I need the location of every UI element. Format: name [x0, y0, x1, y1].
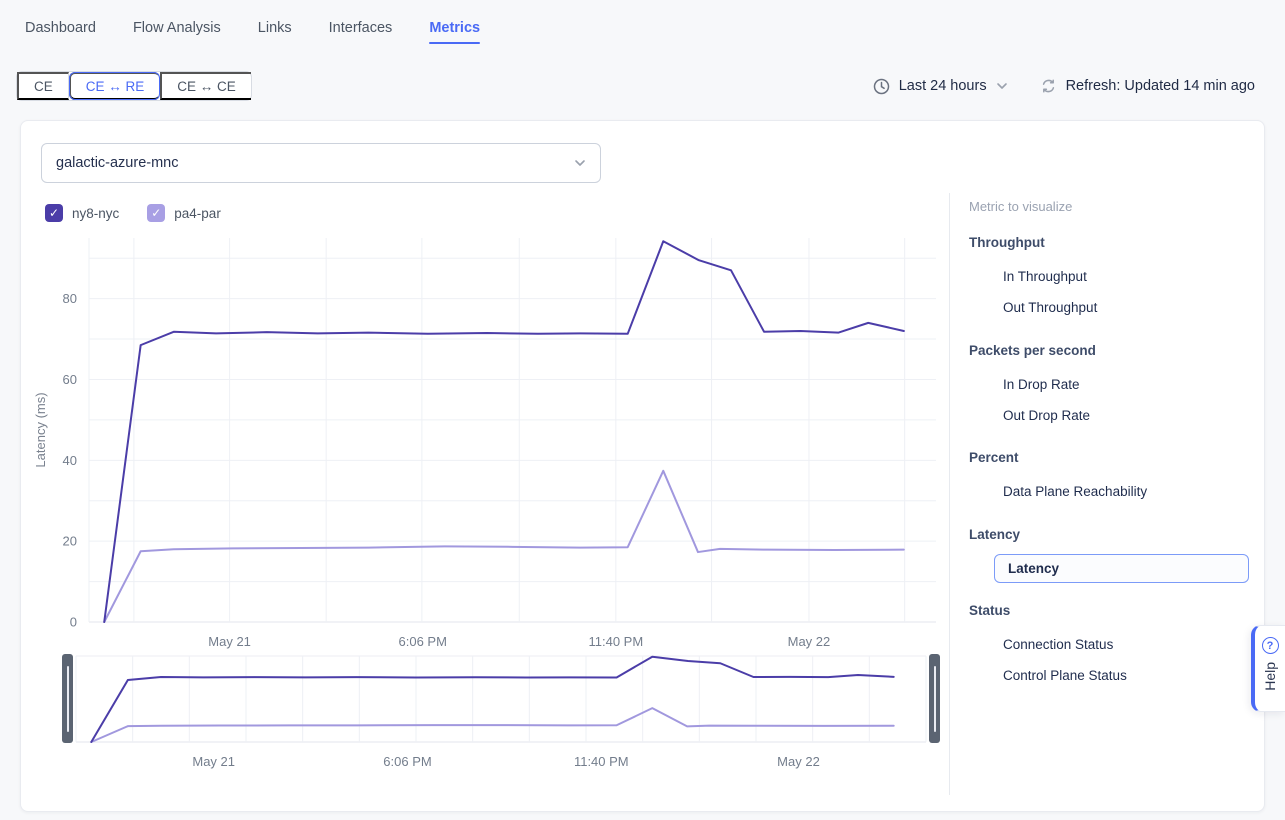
metric-group-packets-per-second: Packets per second — [969, 342, 1096, 360]
brush-x-tick-label: May 22 — [777, 754, 820, 769]
brush-handle-grip — [934, 666, 936, 732]
brush-handle-right[interactable] — [929, 654, 940, 743]
filter-ce-ce-button[interactable]: CE ↔ CE — [160, 72, 251, 100]
metric-item-out-drop-rate[interactable]: Out Drop Rate — [1003, 407, 1090, 425]
metrics-card: galactic-azure-mnc ✓ ny8-nyc ✓ pa4-par 0… — [20, 120, 1265, 812]
y-tick-label: 80 — [63, 291, 77, 306]
help-button[interactable]: ? Help — [1251, 625, 1285, 712]
x-tick-label: May 22 — [788, 634, 831, 649]
series-toggle-pa4-par[interactable]: ✓ pa4-par — [147, 204, 221, 222]
checkbox-checked-icon[interactable]: ✓ — [45, 204, 63, 222]
question-circle-icon: ? — [1262, 637, 1279, 654]
series-toggle-label: ny8-nyc — [72, 206, 119, 221]
refresh-status-label: Refresh: Updated 14 min ago — [1066, 78, 1255, 94]
series-toggle-ny8-nyc[interactable]: ✓ ny8-nyc — [45, 204, 119, 222]
y-axis-title: Latency (ms) — [33, 392, 48, 467]
series-line-pa4-par — [104, 471, 904, 622]
metric-group-status: Status — [969, 602, 1010, 620]
brush-x-tick-label: May 21 — [192, 754, 235, 769]
brush-x-tick-label: 11:40 PM — [574, 754, 629, 769]
metric-item-data-plane-reachability[interactable]: Data Plane Reachability — [1003, 483, 1147, 501]
brush-handle-left[interactable] — [62, 654, 73, 743]
filter-ce-button[interactable]: CE — [17, 72, 69, 100]
checkbox-checked-icon[interactable]: ✓ — [147, 204, 165, 222]
chevron-down-icon — [574, 155, 586, 171]
metric-item-in-drop-rate[interactable]: In Drop Rate — [1003, 376, 1080, 394]
series-toggle-row: ✓ ny8-nyc ✓ pa4-par — [45, 204, 221, 222]
metric-group-percent: Percent — [969, 449, 1019, 467]
nav-item-links[interactable]: Links — [258, 20, 292, 44]
nav-item-interfaces[interactable]: Interfaces — [329, 20, 393, 44]
metric-item-connection-status[interactable]: Connection Status — [1003, 636, 1113, 654]
y-tick-label: 0 — [70, 615, 77, 630]
top-nav: Dashboard Flow Analysis Links Interfaces… — [25, 20, 480, 44]
time-range-select[interactable]: Last 24 hours — [873, 78, 1008, 95]
brush-series-line-ny8-nyc — [91, 657, 893, 742]
metric-item-out-throughput[interactable]: Out Throughput — [1003, 299, 1097, 317]
x-tick-label: May 21 — [208, 634, 251, 649]
brush-series-line-pa4-par — [91, 708, 893, 742]
y-tick-label: 60 — [63, 372, 77, 387]
help-label: Help — [1262, 662, 1278, 691]
metric-item-latency-selected[interactable]: Latency — [994, 554, 1249, 583]
latency-line-chart[interactable]: 0 20 40 60 80 May 21 6:06 PM 11:40 PM May 22 Late… — [21, 221, 956, 671]
refresh-control[interactable]: Refresh: Updated 14 min ago — [1040, 78, 1255, 94]
metric-panel-title: Metric to visualize — [969, 198, 1072, 216]
filter-ce-re-button[interactable]: CE ↔ RE — [69, 72, 161, 100]
brush-handle-grip — [67, 666, 69, 732]
connection-select-value: galactic-azure-mnc — [56, 155, 179, 171]
selected-metric-label: Latency — [1008, 561, 1059, 576]
metric-item-control-plane-status[interactable]: Control Plane Status — [1003, 667, 1127, 685]
x-tick-label: 11:40 PM — [588, 634, 643, 649]
y-tick-label: 20 — [63, 534, 77, 549]
sidebar-divider — [949, 193, 950, 795]
chevron-down-icon — [996, 82, 1008, 90]
metric-group-throughput: Throughput — [969, 234, 1045, 252]
nav-item-metrics[interactable]: Metrics — [429, 20, 480, 44]
y-tick-label: 40 — [63, 453, 77, 468]
nav-item-dashboard[interactable]: Dashboard — [25, 20, 96, 44]
x-tick-label: 6:06 PM — [399, 634, 447, 649]
nav-item-flow-analysis[interactable]: Flow Analysis — [133, 20, 221, 44]
clock-icon — [873, 78, 890, 95]
metric-item-in-throughput[interactable]: In Throughput — [1003, 268, 1087, 286]
metric-group-latency: Latency — [969, 526, 1020, 544]
brush-overview-chart[interactable]: May 21 6:06 PM 11:40 PM May 22 — [21, 649, 956, 789]
time-range-label: Last 24 hours — [899, 78, 987, 94]
top-right-controls: Last 24 hours Refresh: Updated 14 min ag… — [873, 71, 1255, 101]
connection-select[interactable]: galactic-azure-mnc — [41, 143, 601, 183]
link-type-filter-group: CE CE ↔ RE CE ↔ CE — [16, 71, 252, 101]
brush-x-tick-label: 6:06 PM — [383, 754, 431, 769]
refresh-icon — [1040, 78, 1057, 94]
series-toggle-label: pa4-par — [174, 206, 221, 221]
